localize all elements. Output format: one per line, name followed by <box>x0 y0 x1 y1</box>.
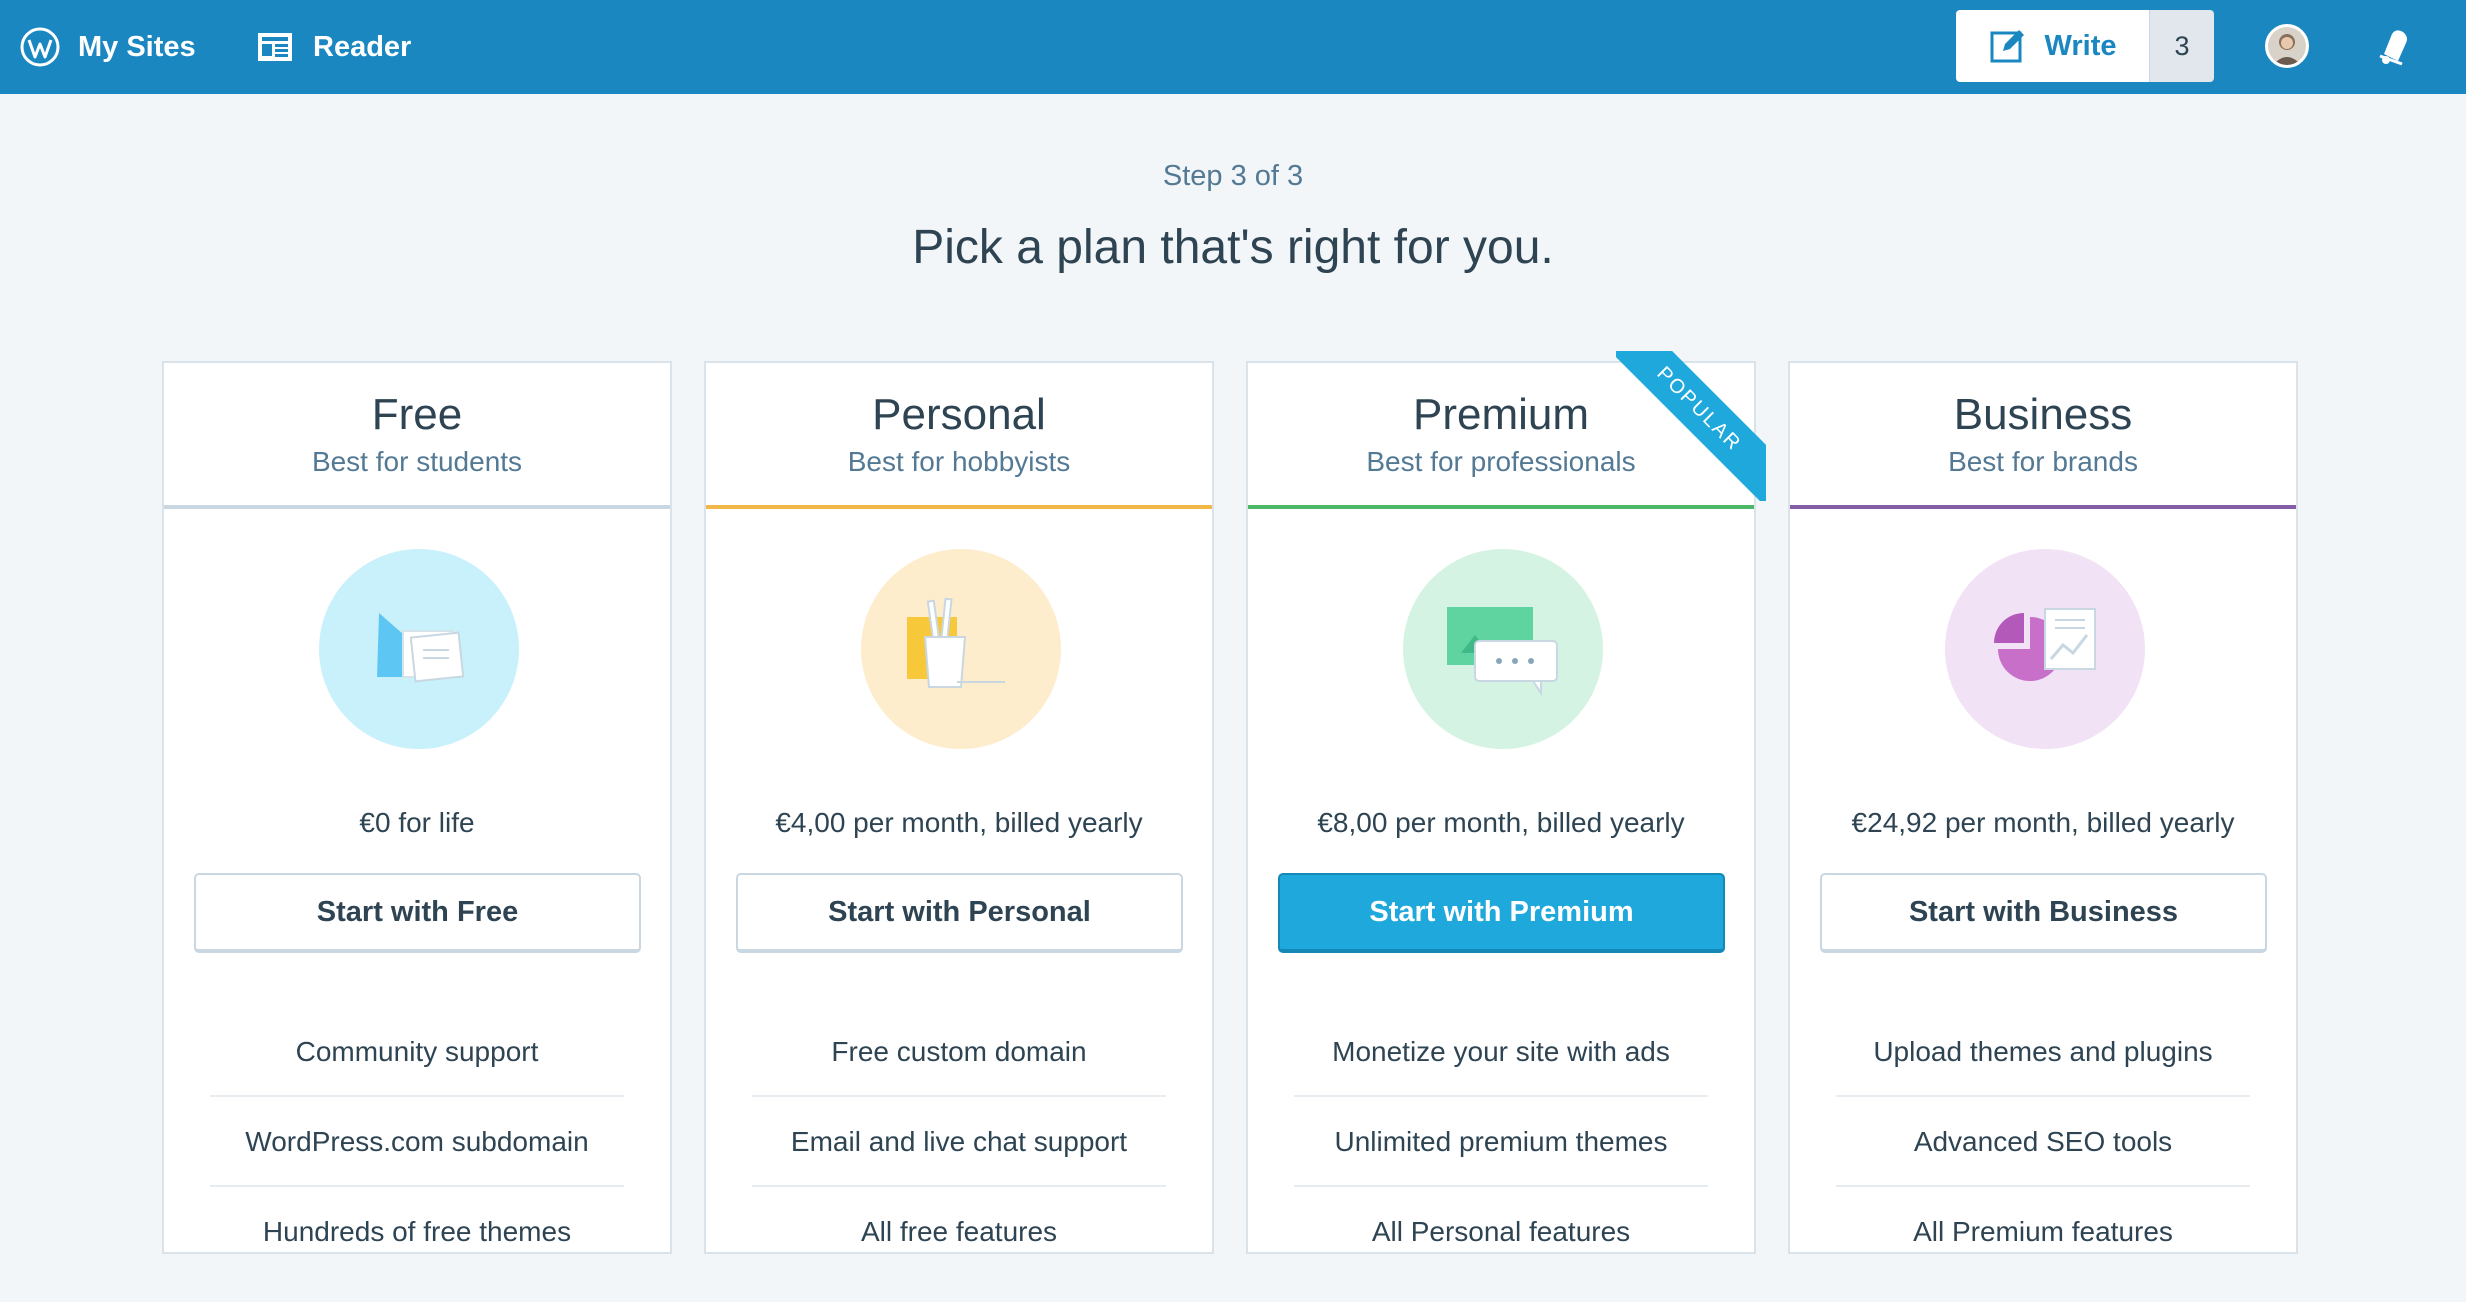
feature-item: All Premium features <box>1913 1216 2173 1247</box>
feature-item: Unlimited premium themes <box>1294 1097 1708 1187</box>
plan-header: Premium Best for professionals <box>1248 363 1754 509</box>
feature-item: WordPress.com subdomain <box>210 1097 624 1187</box>
feature-list: Community support WordPress.com subdomai… <box>210 1007 624 1277</box>
write-button[interactable]: Write <box>1956 10 2150 82</box>
plan-card-personal: Personal Best for hobbyists €4,00 per mo… <box>704 361 1214 1254</box>
plan-name: Premium <box>1412 390 1590 439</box>
feature-list: Monetize your site with ads Unlimited pr… <box>1294 1007 1708 1277</box>
feature-item: Upload themes and plugins <box>1836 1007 2250 1097</box>
start-with-personal-button[interactable]: Start with Personal <box>736 873 1183 953</box>
reader-icon <box>255 27 295 67</box>
feature-item: All free features <box>860 1216 1058 1247</box>
feature-item: Email and live chat support <box>752 1097 1166 1187</box>
plan-card-business: Business Best for brands €24,92 per mont… <box>1788 361 2298 1254</box>
feature-list: Free custom domain Email and live chat s… <box>752 1007 1166 1277</box>
plan-name: Personal <box>872 390 1046 439</box>
plan-card-premium: POPULAR Premium Best for professionals €… <box>1246 351 1766 1254</box>
plan-price: €24,92 per month, billed yearly <box>1851 807 2235 838</box>
free-plan-illustration-icon <box>319 549 519 749</box>
premium-plan-illustration-icon <box>1403 549 1603 749</box>
start-with-free-button[interactable]: Start with Free <box>194 873 641 953</box>
plan-tagline: Best for students <box>311 445 523 477</box>
feature-item: Community support <box>210 1007 624 1097</box>
feature-item: Hundreds of free themes <box>262 1216 572 1247</box>
plan-header: Personal Best for hobbyists <box>706 363 1212 509</box>
plan-header: Free Best for students <box>164 363 670 509</box>
plan-card-free: Free Best for students €0 for life Start… <box>162 361 672 1254</box>
write-label: Write <box>2044 29 2117 62</box>
personal-plan-illustration-icon <box>861 549 1061 749</box>
masterbar: My Sites Reader Write 3 <box>0 0 2466 94</box>
write-group: Write 3 <box>1956 10 2214 82</box>
plan-tagline: Best for brands <box>1948 445 2138 477</box>
feature-item: All Personal features <box>1371 1216 1631 1247</box>
step-indicator: Step 3 of 3 <box>1162 160 1304 192</box>
business-plan-illustration-icon <box>1945 549 2145 749</box>
my-sites-label: My Sites <box>78 30 196 63</box>
reader-label: Reader <box>313 30 412 63</box>
plan-price: €8,00 per month, billed yearly <box>1317 807 1685 838</box>
feature-item: Free custom domain <box>752 1007 1166 1097</box>
page-title: Pick a plan that's right for you. <box>912 221 1554 274</box>
plan-price: €4,00 per month, billed yearly <box>775 807 1143 838</box>
drafts-count-button[interactable]: 3 <box>2150 10 2214 82</box>
my-sites-link[interactable]: My Sites <box>20 0 196 94</box>
plan-tagline: Best for hobbyists <box>847 445 1071 477</box>
reader-link[interactable]: Reader <box>255 0 411 94</box>
feature-list: Upload themes and plugins Advanced SEO t… <box>1836 1007 2250 1277</box>
plan-name: Business <box>1953 390 2133 439</box>
feature-item: Advanced SEO tools <box>1836 1097 2250 1187</box>
plan-header: Business Best for brands <box>1790 363 2296 509</box>
edit-icon <box>1989 27 2027 65</box>
feature-item: Monetize your site with ads <box>1294 1007 1708 1097</box>
avatar[interactable] <box>2265 24 2309 68</box>
plan-price: €0 for life <box>359 807 475 838</box>
start-with-premium-button[interactable]: Start with Premium <box>1278 873 1725 953</box>
wordpress-logo-icon <box>20 27 60 67</box>
notifications-bell-icon[interactable] <box>2372 24 2418 70</box>
plan-tagline: Best for professionals <box>1366 445 1636 477</box>
start-with-business-button[interactable]: Start with Business <box>1820 873 2267 953</box>
plan-name: Free <box>371 390 463 439</box>
